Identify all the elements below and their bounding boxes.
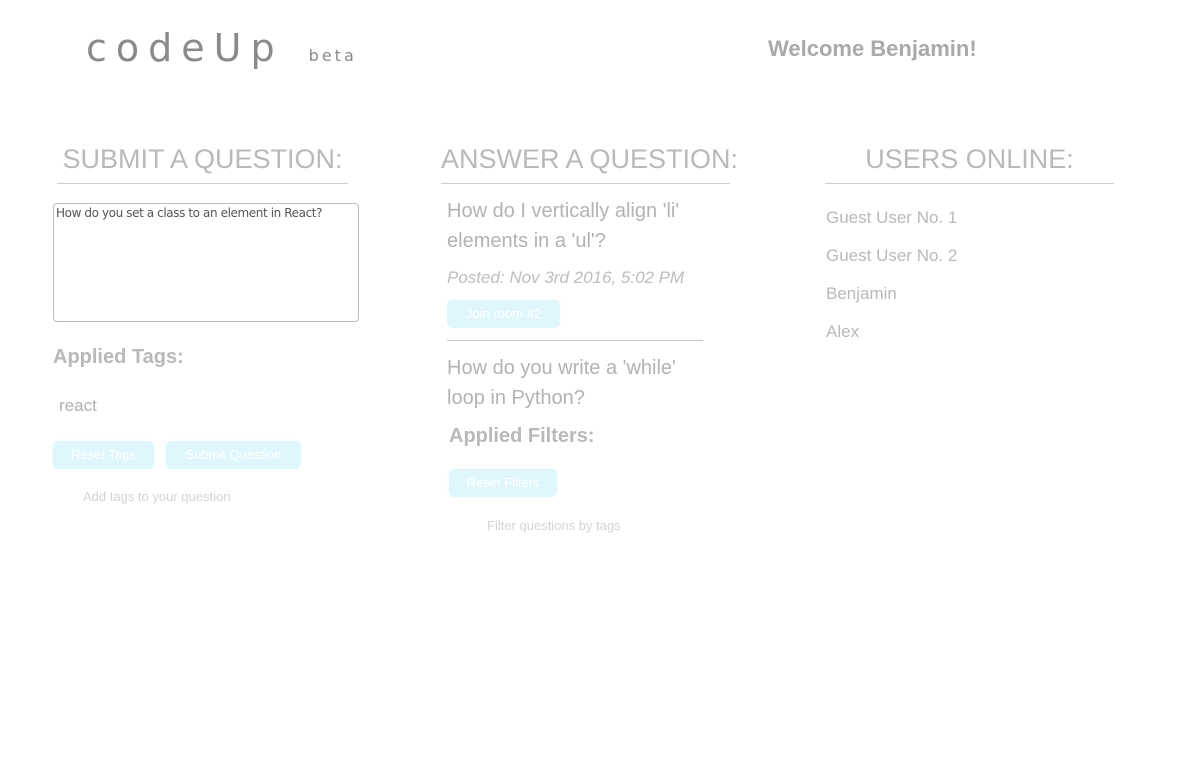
- app-page: codeUp beta Welcome Benjamin! SUBMIT A Q…: [0, 0, 1180, 760]
- reset-tags-button[interactable]: Reset Tags: [53, 441, 154, 469]
- question-item: How do you write a 'while' loop in Pytho…: [447, 353, 703, 408]
- applied-tags-heading: Applied Tags:: [53, 346, 184, 368]
- submit-question-title: SUBMIT A QUESTION:: [57, 144, 348, 184]
- user-item: Alex: [826, 322, 860, 341]
- join-room-button[interactable]: Join room #2: [447, 300, 560, 328]
- filter-tags-input[interactable]: [487, 516, 687, 534]
- question-title: How do you write a 'while' loop in Pytho…: [447, 357, 676, 408]
- user-item: Benjamin: [826, 284, 897, 303]
- users-online-list: Guest User No. 1 Guest User No. 2 Benjam…: [826, 206, 957, 358]
- add-tags-input[interactable]: [83, 487, 283, 505]
- logo-beta-badge: beta: [308, 46, 357, 65]
- answer-question-title: ANSWER A QUESTION:: [441, 144, 738, 184]
- applied-tag: react: [59, 396, 97, 415]
- user-item: Guest User No. 1: [826, 208, 958, 227]
- applied-filters-heading: Applied Filters:: [449, 425, 595, 447]
- question-list[interactable]: How do I vertically align 'li' elements …: [447, 196, 703, 408]
- submit-question-button[interactable]: Submit Question: [166, 441, 301, 469]
- reset-filters-button[interactable]: Reset Filters: [449, 469, 557, 497]
- question-item: How do I vertically align 'li' elements …: [447, 196, 703, 341]
- welcome-message: Welcome Benjamin!: [768, 36, 977, 61]
- question-posted-date: Posted: Nov 3rd 2016, 5:02 PM: [447, 268, 685, 287]
- logo-text: codeUp: [86, 26, 284, 70]
- users-online-title: USERS ONLINE:: [825, 144, 1114, 184]
- question-textarea[interactable]: [53, 203, 359, 322]
- user-item: Guest User No. 2: [826, 246, 958, 265]
- question-title: How do I vertically align 'li' elements …: [447, 200, 680, 252]
- logo[interactable]: codeUp beta: [86, 26, 357, 70]
